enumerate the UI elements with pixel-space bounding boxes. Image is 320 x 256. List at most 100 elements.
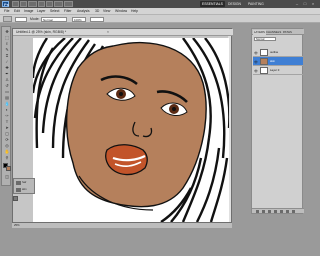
layer-outline[interactable]: 👁 outline — [253, 48, 303, 57]
tools-panel: ✥ ⬚ ℓ ✎ ⌗ ⁄ ✚ ✒ ♙ ↺ ▭ ▤ 💧 ◐ ✑ T ➤ ▢ ⟳ ◎ … — [1, 26, 11, 186]
rotate-view-button[interactable] — [46, 1, 53, 7]
menu-edit[interactable]: Edit — [14, 9, 20, 14]
workspace-painting[interactable]: PAINTING — [246, 1, 266, 7]
mini-row-skin[interactable]: skin — [15, 187, 35, 193]
tab-paths[interactable]: PATHS — [282, 30, 293, 35]
clone-stamp-tool-icon[interactable]: ♙ — [3, 77, 11, 82]
menu-layer[interactable]: Layer — [37, 9, 45, 14]
mini-bridge-button[interactable] — [20, 1, 27, 7]
brush-tool-icon[interactable]: ✒ — [3, 71, 11, 76]
blend-mode-row: Normal — [253, 36, 303, 41]
document-close-icon[interactable]: × — [107, 30, 109, 35]
path-select-tool-icon[interactable]: ➤ — [3, 125, 11, 130]
maximize-icon[interactable]: □ — [302, 1, 308, 6]
menu-bar: File Edit Image Layer Select Filter Anal… — [0, 8, 320, 15]
new-group-icon[interactable] — [280, 210, 283, 213]
layers-panel-footer — [252, 208, 304, 213]
tool-preset-picker[interactable] — [3, 16, 12, 22]
title-bar: Ps ESSENTIALS DESIGN PAINTING – □ × — [0, 0, 320, 8]
menu-window[interactable]: Window — [115, 9, 127, 14]
workspace-design[interactable]: DESIGN — [226, 1, 243, 7]
layer-thumbnail — [260, 67, 268, 74]
arrange-documents-button[interactable] — [54, 1, 63, 7]
layer-name: Layer 0 — [270, 68, 280, 72]
tab-channels[interactable]: CHANNELS — [265, 30, 282, 35]
link-layers-icon[interactable] — [256, 210, 259, 213]
mini-row-label: skin — [22, 188, 27, 191]
dodge-tool-icon[interactable]: ◐ — [3, 107, 11, 112]
menu-help[interactable]: Help — [131, 9, 138, 14]
blur-tool-icon[interactable]: 💧 — [3, 101, 11, 106]
layer-thumbnail-icon — [16, 181, 21, 185]
blend-mode-select[interactable]: Normal — [254, 36, 276, 41]
zoom-status: 25% — [14, 223, 20, 227]
visibility-eye-icon[interactable]: 👁 — [254, 60, 258, 64]
hand-tool-button[interactable] — [38, 1, 45, 7]
menu-filter[interactable]: Filter — [64, 9, 72, 14]
move-tool-icon[interactable]: ✥ — [3, 29, 11, 34]
layer-skin[interactable]: 👁 skin — [253, 57, 303, 66]
history-brush-tool-icon[interactable]: ↺ — [3, 83, 11, 88]
layer-mask-icon[interactable] — [268, 210, 271, 213]
document-tab[interactable]: Untitled-1 @ 25% (skin, RGB/8) * × — [13, 29, 233, 36]
flow-field[interactable] — [90, 16, 104, 22]
layer-style-icon[interactable] — [262, 210, 265, 213]
canvas[interactable] — [33, 38, 229, 222]
mini-panel-button[interactable] — [13, 196, 18, 201]
menu-image[interactable]: Image — [24, 9, 33, 14]
menu-analysis[interactable]: Analysis — [77, 9, 90, 14]
mini-row-hair[interactable]: hair — [15, 180, 35, 186]
tab-layers[interactable]: LAYERS — [253, 29, 266, 35]
layer-thumbnail-icon — [16, 188, 21, 192]
mini-layer-panel: hair skin — [13, 178, 35, 194]
layer-name: outline — [270, 50, 279, 54]
menu-3d[interactable]: 3D — [95, 9, 99, 14]
options-bar: Mode: Normal 100% — [0, 15, 320, 23]
minimize-icon[interactable]: – — [294, 1, 300, 6]
mode-select[interactable]: Normal — [41, 16, 67, 22]
3d-rotate-tool-icon[interactable]: ⟳ — [3, 137, 11, 142]
opacity-field[interactable]: 100% — [72, 16, 86, 22]
visibility-eye-icon[interactable]: 👁 — [254, 51, 258, 55]
background-color-swatch[interactable] — [6, 166, 11, 171]
mini-row-label: hair — [22, 181, 27, 184]
visibility-eye-icon[interactable]: 👁 — [254, 69, 258, 73]
workspace-essentials[interactable]: ESSENTIALS — [200, 1, 225, 7]
face-skin — [65, 42, 207, 208]
screen-mode-button[interactable] — [64, 1, 73, 7]
close-icon[interactable]: × — [310, 1, 316, 6]
gradient-tool-icon[interactable]: ▤ — [3, 95, 11, 100]
photoshop-logo: Ps — [2, 1, 9, 7]
delete-layer-icon[interactable] — [292, 210, 295, 213]
document-window: Untitled-1 @ 25% (skin, RGB/8) * × — [12, 28, 233, 223]
pen-tool-icon[interactable]: ✑ — [3, 113, 11, 118]
portrait-artwork — [33, 38, 229, 222]
layers-panel-tabs: LAYERS CHANNELS PATHS — [252, 29, 304, 35]
3d-orbit-tool-icon[interactable]: ◎ — [3, 143, 11, 148]
brush-preset-picker[interactable] — [15, 16, 27, 22]
lasso-tool-icon[interactable]: ℓ — [3, 41, 11, 46]
adjustment-layer-icon[interactable] — [274, 210, 277, 213]
layer-name: skin — [270, 59, 275, 63]
zoom-tool-icon[interactable]: ⚲ — [3, 155, 11, 160]
crop-tool-icon[interactable]: ⌗ — [3, 53, 11, 58]
marquee-tool-icon[interactable]: ⬚ — [3, 35, 11, 40]
menu-view[interactable]: View — [103, 9, 110, 14]
shape-tool-icon[interactable]: ▢ — [3, 131, 11, 136]
menu-file[interactable]: File — [4, 9, 9, 14]
zoom-level-button[interactable] — [28, 1, 37, 7]
layer-0[interactable]: 👁 Layer 0 — [253, 66, 303, 75]
hand-tool-icon[interactable]: ✋ — [3, 149, 11, 154]
healing-brush-tool-icon[interactable]: ✚ — [3, 65, 11, 70]
lock-row — [253, 42, 303, 47]
eraser-tool-icon[interactable]: ▭ — [3, 89, 11, 94]
type-tool-icon[interactable]: T — [3, 119, 11, 124]
bridge-button[interactable] — [12, 1, 19, 7]
quick-select-tool-icon[interactable]: ✎ — [3, 47, 11, 52]
layer-thumbnail — [260, 58, 268, 65]
layer-thumbnail — [260, 49, 268, 56]
new-layer-icon[interactable] — [286, 210, 289, 213]
eyedropper-tool-icon[interactable]: ⁄ — [3, 59, 11, 64]
quick-mask-icon[interactable]: ◫ — [3, 174, 11, 179]
menu-select[interactable]: Select — [50, 9, 59, 14]
